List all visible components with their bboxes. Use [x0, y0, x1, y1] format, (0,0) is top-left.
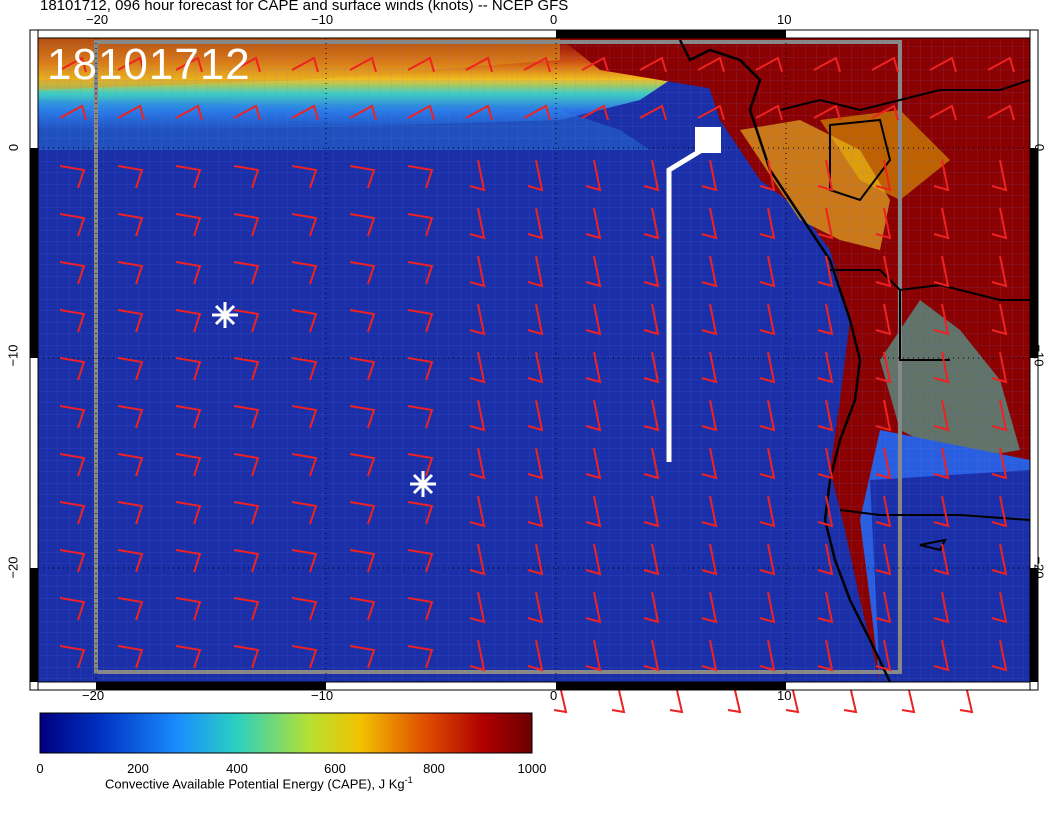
colorbar-tick: 200 — [127, 761, 149, 776]
cape-map — [29, 29, 1039, 754]
colorbar-title-text: Convective Available Potential Energy (C… — [105, 776, 405, 792]
colorbar-tick: 400 — [226, 761, 248, 776]
lon-tick-top: −10 — [311, 12, 334, 27]
lat-tick-right: −10 — [1031, 344, 1047, 367]
colorbar-title: Convective Available Potential Energy (C… — [105, 775, 413, 791]
colorbar-tick: 800 — [423, 761, 445, 776]
lon-tick-bottom: 0 — [550, 688, 558, 703]
date-stamp: 18101712 — [47, 40, 251, 89]
lat-tick-left: −10 — [5, 344, 21, 367]
lon-tick-bottom: −10 — [311, 688, 334, 703]
lat-tick-right: −20 — [1031, 556, 1047, 579]
lat-tick-left: −20 — [5, 556, 21, 579]
colorbar-tick: 0 — [36, 761, 44, 776]
colorbar-tick: 600 — [324, 761, 346, 776]
track-end-marker — [695, 127, 721, 153]
lon-tick-top: 0 — [550, 12, 558, 27]
lon-tick-top: 10 — [777, 12, 792, 27]
lon-tick-top: −20 — [86, 12, 109, 27]
colorbar-tick: 1000 — [517, 761, 547, 776]
lat-tick-right: 0 — [1032, 143, 1048, 152]
lat-tick-left: 0 — [6, 143, 22, 152]
colorbar-title-unit: -1 — [404, 775, 413, 785]
lon-tick-bottom: −20 — [82, 688, 105, 703]
lon-tick-bottom: 10 — [777, 688, 792, 703]
colorbar — [39, 712, 533, 754]
